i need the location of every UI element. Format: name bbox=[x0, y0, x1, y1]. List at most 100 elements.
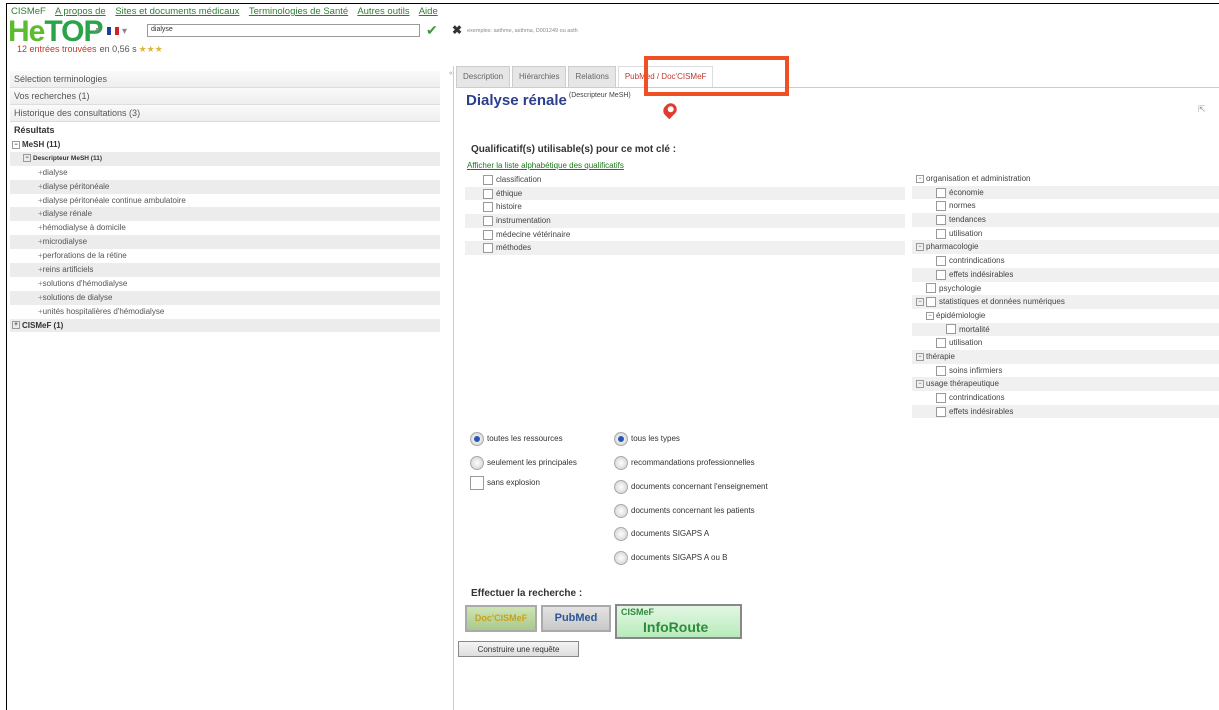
qualifier-item[interactable]: effets indésirables bbox=[912, 404, 1219, 419]
qualifier-item[interactable]: utilisation bbox=[912, 336, 1219, 350]
checkmark-icon[interactable]: ✔ bbox=[426, 22, 438, 39]
radio-button[interactable] bbox=[614, 480, 628, 494]
collapse-icon[interactable]: − bbox=[916, 352, 924, 361]
radio-all-types[interactable]: tous les types bbox=[614, 432, 680, 446]
pubmed-button[interactable]: PubMed bbox=[541, 605, 611, 632]
qualifier-item[interactable]: − organisation et administration bbox=[912, 172, 1219, 186]
qualifier-item[interactable]: − pharmacologie bbox=[912, 240, 1219, 255]
tree-item[interactable]: +hémodialyse à domicile bbox=[10, 221, 440, 235]
link-icon[interactable]: ⇗ bbox=[92, 26, 100, 37]
qualifier-item[interactable]: médecine vétérinaire bbox=[465, 228, 905, 242]
checkbox[interactable] bbox=[470, 476, 484, 490]
qualifier-item[interactable]: − statistiques et données numériques bbox=[912, 295, 1219, 309]
qualifier-item[interactable]: économie bbox=[912, 185, 1219, 200]
checkbox[interactable] bbox=[936, 228, 946, 239]
checkbox[interactable] bbox=[936, 187, 946, 198]
collapse-icon[interactable]: − bbox=[916, 380, 924, 389]
radio-sigaps-ab[interactable]: documents SIGAPS A ou B bbox=[614, 551, 728, 565]
collapse-icon[interactable]: − bbox=[23, 154, 31, 163]
qualifier-item[interactable]: histoire bbox=[465, 200, 905, 214]
checkbox[interactable] bbox=[483, 174, 493, 185]
qualifier-item[interactable]: effets indésirables bbox=[912, 267, 1219, 282]
radio-button[interactable] bbox=[470, 432, 484, 446]
tab-description[interactable]: Description bbox=[456, 66, 511, 87]
tree-item[interactable]: +dialyse péritonéale bbox=[10, 179, 440, 194]
qualifier-item[interactable]: psychologie bbox=[912, 282, 1219, 296]
accordion-history[interactable]: Historique des consultations (3) bbox=[10, 105, 440, 122]
checkbox[interactable] bbox=[936, 406, 946, 417]
radio-recommendations[interactable]: recommandations professionnelles bbox=[614, 456, 755, 470]
checkbox[interactable] bbox=[936, 201, 946, 212]
no-explosion-checkbox[interactable]: sans explosion bbox=[470, 476, 540, 490]
qualifier-item[interactable]: classification bbox=[465, 173, 905, 187]
menu-item-sites[interactable]: Sites et documents médicaux bbox=[115, 6, 239, 17]
qualifier-item[interactable]: normes bbox=[912, 199, 1219, 213]
qualifier-item[interactable]: − usage thérapeutique bbox=[912, 377, 1219, 391]
accordion-terminology-selection[interactable]: Sélection terminologies bbox=[10, 71, 440, 88]
tree-item[interactable]: +perforations de la rétine bbox=[10, 249, 440, 263]
qualifier-item[interactable]: contrindications bbox=[912, 254, 1219, 268]
inforoute-button[interactable]: CISMeF InfoRoute bbox=[615, 604, 742, 639]
radio-main-resources[interactable]: seulement les principales bbox=[470, 456, 577, 470]
qualifier-item[interactable]: utilisation bbox=[912, 227, 1219, 241]
tree-item[interactable]: +solutions d'hémodialyse bbox=[10, 277, 440, 291]
french-flag-icon[interactable] bbox=[107, 27, 120, 36]
radio-button[interactable] bbox=[614, 527, 628, 541]
checkbox[interactable] bbox=[936, 365, 946, 376]
checkbox[interactable] bbox=[483, 229, 493, 240]
radio-all-resources[interactable]: toutes les ressources bbox=[470, 432, 563, 446]
radio-teaching-docs[interactable]: documents concernant l'enseignement bbox=[614, 480, 768, 494]
checkbox[interactable] bbox=[936, 392, 946, 403]
checkbox[interactable] bbox=[483, 215, 493, 226]
qualifier-item[interactable]: éthique bbox=[465, 186, 905, 201]
qualifier-item[interactable]: soins infirmiers bbox=[912, 364, 1219, 378]
checkbox[interactable] bbox=[926, 297, 936, 308]
tab-relations[interactable]: Relations bbox=[568, 66, 616, 87]
qualifier-item[interactable]: − épidémiologie bbox=[912, 309, 1219, 323]
checkbox[interactable] bbox=[936, 256, 946, 267]
menu-item-tools[interactable]: Autres outils bbox=[357, 6, 409, 17]
menu-item-terminologies[interactable]: Terminologies de Santé bbox=[249, 6, 348, 17]
menu-item-help[interactable]: Aide bbox=[419, 6, 438, 17]
qualifier-item[interactable]: − thérapie bbox=[912, 349, 1219, 364]
checkbox[interactable] bbox=[926, 283, 936, 294]
doc-cismef-button[interactable]: Doc'CISMeF bbox=[465, 605, 537, 632]
collapse-icon[interactable]: − bbox=[916, 298, 924, 307]
radio-button[interactable] bbox=[614, 456, 628, 470]
expand-icon[interactable]: + bbox=[12, 321, 20, 330]
qualifier-item[interactable]: tendances bbox=[912, 213, 1219, 227]
radio-button[interactable] bbox=[470, 456, 484, 470]
collapse-icon[interactable]: − bbox=[12, 140, 20, 149]
qualifier-item[interactable]: instrumentation bbox=[465, 214, 905, 228]
tab-hierarchies[interactable]: Hiérarchies bbox=[512, 66, 567, 87]
tree-item[interactable]: +solutions de dialyse bbox=[10, 290, 440, 305]
tree-item[interactable]: +unités hospitalières d'hémodialyse bbox=[10, 305, 440, 319]
checkbox[interactable] bbox=[483, 243, 493, 254]
tree-item[interactable]: + CISMeF (1) bbox=[10, 318, 440, 333]
radio-button[interactable] bbox=[614, 504, 628, 518]
search-input[interactable]: dialyse bbox=[147, 24, 420, 37]
checkbox[interactable] bbox=[483, 202, 493, 213]
alphabetical-list-link[interactable]: Afficher la liste alphabétique des quali… bbox=[467, 161, 624, 170]
radio-button[interactable] bbox=[614, 432, 628, 446]
chevron-down-icon[interactable]: ▾ bbox=[122, 26, 127, 37]
build-query-button[interactable]: Construire une requête bbox=[458, 641, 579, 657]
accordion-searches[interactable]: Vos recherches (1) bbox=[10, 88, 440, 105]
radio-patient-docs[interactable]: documents concernant les patients bbox=[614, 504, 755, 518]
checkbox[interactable] bbox=[936, 214, 946, 225]
tree-item[interactable]: +dialyse péritonéale continue ambulatoir… bbox=[10, 194, 440, 208]
tree-item[interactable]: − MeSH (11) bbox=[10, 138, 440, 152]
external-link-icon[interactable]: ⇱ bbox=[1198, 104, 1206, 115]
checkbox[interactable] bbox=[946, 324, 956, 335]
qualifier-item[interactable]: mortalité bbox=[912, 322, 1219, 337]
close-icon[interactable]: ✖ bbox=[452, 23, 462, 37]
collapse-handle-icon[interactable]: « bbox=[449, 70, 453, 77]
radio-sigaps-a[interactable]: documents SIGAPS A bbox=[614, 527, 709, 541]
collapse-icon[interactable]: − bbox=[926, 311, 934, 320]
panel-divider[interactable] bbox=[453, 66, 454, 710]
tree-item[interactable]: − Descripteur MeSH (11) bbox=[10, 151, 440, 166]
tree-item[interactable]: +microdialyse bbox=[10, 235, 440, 250]
tree-item[interactable]: +dialyse bbox=[10, 166, 440, 180]
tree-item[interactable]: +reins artificiels bbox=[10, 263, 440, 277]
collapse-icon[interactable]: − bbox=[916, 243, 924, 252]
